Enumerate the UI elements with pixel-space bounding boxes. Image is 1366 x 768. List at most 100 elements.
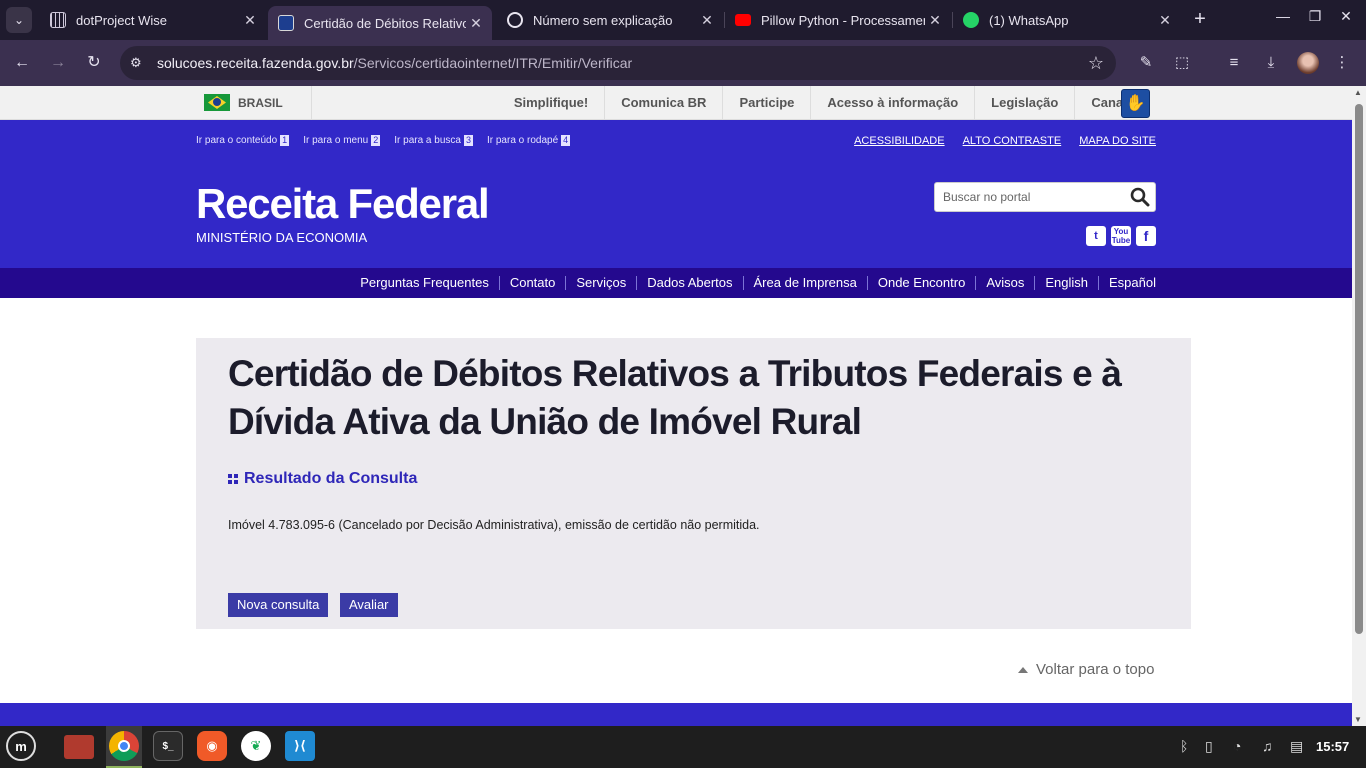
tab-title: Número sem explicação — [533, 12, 673, 28]
page-scrollbar[interactable]: ▲ ▼ — [1352, 86, 1366, 726]
menu-item-faq[interactable]: Perguntas Frequentes — [350, 276, 499, 290]
search-icon[interactable] — [1129, 186, 1151, 208]
menu-item-dados-abertos[interactable]: Dados Abertos — [636, 276, 742, 290]
twitter-icon[interactable]: t — [1086, 226, 1106, 246]
new-query-button[interactable]: Nova consulta — [228, 593, 329, 617]
menu-item-imprensa[interactable]: Área de Imprensa — [742, 276, 867, 290]
brazil-flag-icon — [204, 94, 230, 111]
mint-menu-icon[interactable]: m — [6, 731, 36, 761]
skip-link-menu[interactable]: Ir para o menu 2 — [303, 135, 381, 146]
tab-title: Pillow Python - Processamento — [761, 12, 925, 28]
scrollbar-thumb[interactable] — [1355, 104, 1363, 634]
page-title: Certidão de Débitos Relativos a Tributos… — [228, 353, 1122, 442]
profile-avatar[interactable] — [1297, 52, 1319, 74]
files-icon[interactable] — [64, 735, 94, 759]
tab-dotproject[interactable]: dotProject Wise ✕ — [40, 6, 266, 34]
search-input[interactable] — [943, 190, 1123, 204]
download-icon[interactable]: ⤓ — [1261, 53, 1281, 73]
chatgpt-favicon-icon — [507, 12, 523, 28]
result-panel: Certidão de Débitos Relativos a Tributos… — [196, 338, 1191, 629]
tab-pillow[interactable]: Pillow Python - Processamento ✕ — [725, 6, 951, 34]
sound-icon[interactable]: ♫ — [1262, 738, 1273, 754]
gov-link-comunica[interactable]: Comunica BR — [604, 86, 722, 120]
url-text[interactable]: solucoes.receita.fazenda.gov.br/Servicos… — [157, 55, 632, 71]
gov-link-participe[interactable]: Participe — [722, 86, 810, 120]
gov-link-acesso[interactable]: Acesso à informação — [810, 86, 974, 120]
result-heading: Resultado da Consulta — [228, 470, 417, 488]
url-host: solucoes.receita.fazenda.gov.br — [157, 55, 354, 71]
back-to-top-link[interactable]: Voltar para o topo — [1018, 661, 1154, 678]
tab-title: (1) WhatsApp — [989, 12, 1069, 28]
tab-search-button[interactable]: ⌄ — [6, 7, 32, 33]
result-message: Imóvel 4.783.095-6 (Cancelado por Decisã… — [228, 518, 760, 532]
clipboard-icon[interactable]: ▤ — [1290, 738, 1303, 755]
bluetooth-icon[interactable]: ᛒ — [1180, 738, 1188, 754]
reload-icon[interactable]: ↻ — [82, 51, 106, 75]
site-footer — [0, 703, 1352, 726]
social-links: t You Tube f — [1086, 226, 1156, 246]
back-arrow-icon[interactable]: ← — [10, 51, 34, 75]
media-control-icon[interactable]: ≡ — [1224, 53, 1244, 73]
portal-search — [934, 182, 1156, 212]
youtube-icon[interactable]: You Tube — [1111, 226, 1131, 246]
high-contrast-link[interactable]: ALTO CONTRASTE — [963, 135, 1062, 147]
menu-item-avisos[interactable]: Avisos — [975, 276, 1034, 290]
scroll-down-icon[interactable]: ▼ — [1354, 715, 1362, 724]
tab-whatsapp[interactable]: (1) WhatsApp ✕ — [953, 6, 1181, 34]
menu-item-servicos[interactable]: Serviços — [565, 276, 636, 290]
maximize-icon[interactable]: ❐ — [1303, 8, 1327, 25]
sitemap-link[interactable]: MAPA DO SITE — [1079, 135, 1156, 147]
tab-title: Certidão de Débitos Relativos — [304, 15, 466, 31]
menu-item-contato[interactable]: Contato — [498, 276, 566, 290]
bookmark-star-icon[interactable]: ☆ — [1088, 53, 1104, 74]
close-icon[interactable]: ✕ — [240, 12, 260, 29]
close-icon[interactable]: ✕ — [466, 15, 486, 32]
evaluate-button[interactable]: Avaliar — [340, 593, 398, 617]
result-heading-label: Resultado da Consulta — [244, 470, 418, 487]
clock[interactable]: 15:57 — [1316, 739, 1349, 754]
kebab-menu-icon[interactable]: ⋮ — [1332, 53, 1352, 73]
skip-link-footer[interactable]: Ir para o rodapé 4 — [487, 135, 571, 146]
browser-toolbar: ← → ↻ ⚙ solucoes.receita.fazenda.gov.br/… — [0, 40, 1366, 86]
grid-bullet-icon — [228, 474, 238, 484]
postman-icon[interactable]: ◉ — [197, 731, 227, 761]
menu-item-english[interactable]: English — [1034, 276, 1098, 290]
tab-numero[interactable]: Número sem explicação ✕ — [497, 6, 723, 34]
gov-link-simplifique[interactable]: Simplifique! — [498, 86, 604, 120]
accessibility-link[interactable]: ACESSIBILIDADE — [854, 135, 944, 147]
close-icon[interactable]: ✕ — [1155, 12, 1175, 29]
terminal-icon[interactable]: $_ — [153, 731, 183, 761]
menu-item-onde-encontro[interactable]: Onde Encontro — [866, 276, 975, 290]
chrome-icon[interactable] — [109, 731, 139, 761]
menu-item-espanol[interactable]: Español — [1098, 276, 1156, 290]
vscode-icon[interactable]: ⟩⟨ — [285, 731, 315, 761]
back-to-top-label: Voltar para o topo — [1036, 661, 1155, 678]
site-info-icon[interactable]: ⚙ — [130, 55, 146, 71]
scroll-up-icon[interactable]: ▲ — [1354, 88, 1362, 97]
skip-link-content[interactable]: Ir para o conteúdo 1 — [196, 135, 290, 146]
eyedropper-icon[interactable]: ✎ — [1136, 53, 1156, 73]
gov-link-legislacao[interactable]: Legislação — [974, 86, 1074, 120]
close-icon[interactable]: ✕ — [925, 12, 945, 29]
close-icon[interactable]: ✕ — [697, 12, 717, 29]
minimize-icon[interactable]: — — [1271, 8, 1295, 24]
wifi-icon[interactable]: ◔ — [1233, 738, 1241, 754]
site-logo-title[interactable]: Receita Federal — [196, 180, 490, 228]
page-viewport: BRASIL Simplifique! Comunica BR Particip… — [0, 86, 1366, 726]
window-close-icon[interactable]: ✕ — [1334, 8, 1358, 25]
keyboard-layout-icon[interactable]: ▯ — [1205, 738, 1213, 755]
sign-language-icon[interactable]: ✋ — [1121, 89, 1150, 118]
skip-link-search[interactable]: Ir para a busca 3 — [394, 135, 473, 146]
caret-up-icon — [1018, 666, 1028, 673]
facebook-icon[interactable]: f — [1136, 226, 1156, 246]
main-menu: Perguntas Frequentes Contato Serviços Da… — [350, 268, 1156, 298]
os-taskbar: m $_ ◉ ❦ ⟩⟨ ᛒ ▯ ◔ ♫ ▤ 15:57 — [0, 726, 1366, 768]
brasil-link[interactable]: BRASIL — [204, 94, 283, 111]
new-tab-button[interactable]: + — [1188, 8, 1212, 32]
gov-links: Simplifique! Comunica BR Participe Acess… — [498, 86, 1150, 120]
extensions-icon[interactable]: ⬚ — [1172, 53, 1192, 73]
mongodb-compass-icon[interactable]: ❦ — [241, 731, 271, 761]
tab-certidao[interactable]: Certidão de Débitos Relativos ✕ — [268, 6, 492, 40]
address-bar[interactable]: ⚙ solucoes.receita.fazenda.gov.br/Servic… — [120, 46, 1116, 80]
forward-arrow-icon[interactable]: → — [46, 51, 70, 75]
